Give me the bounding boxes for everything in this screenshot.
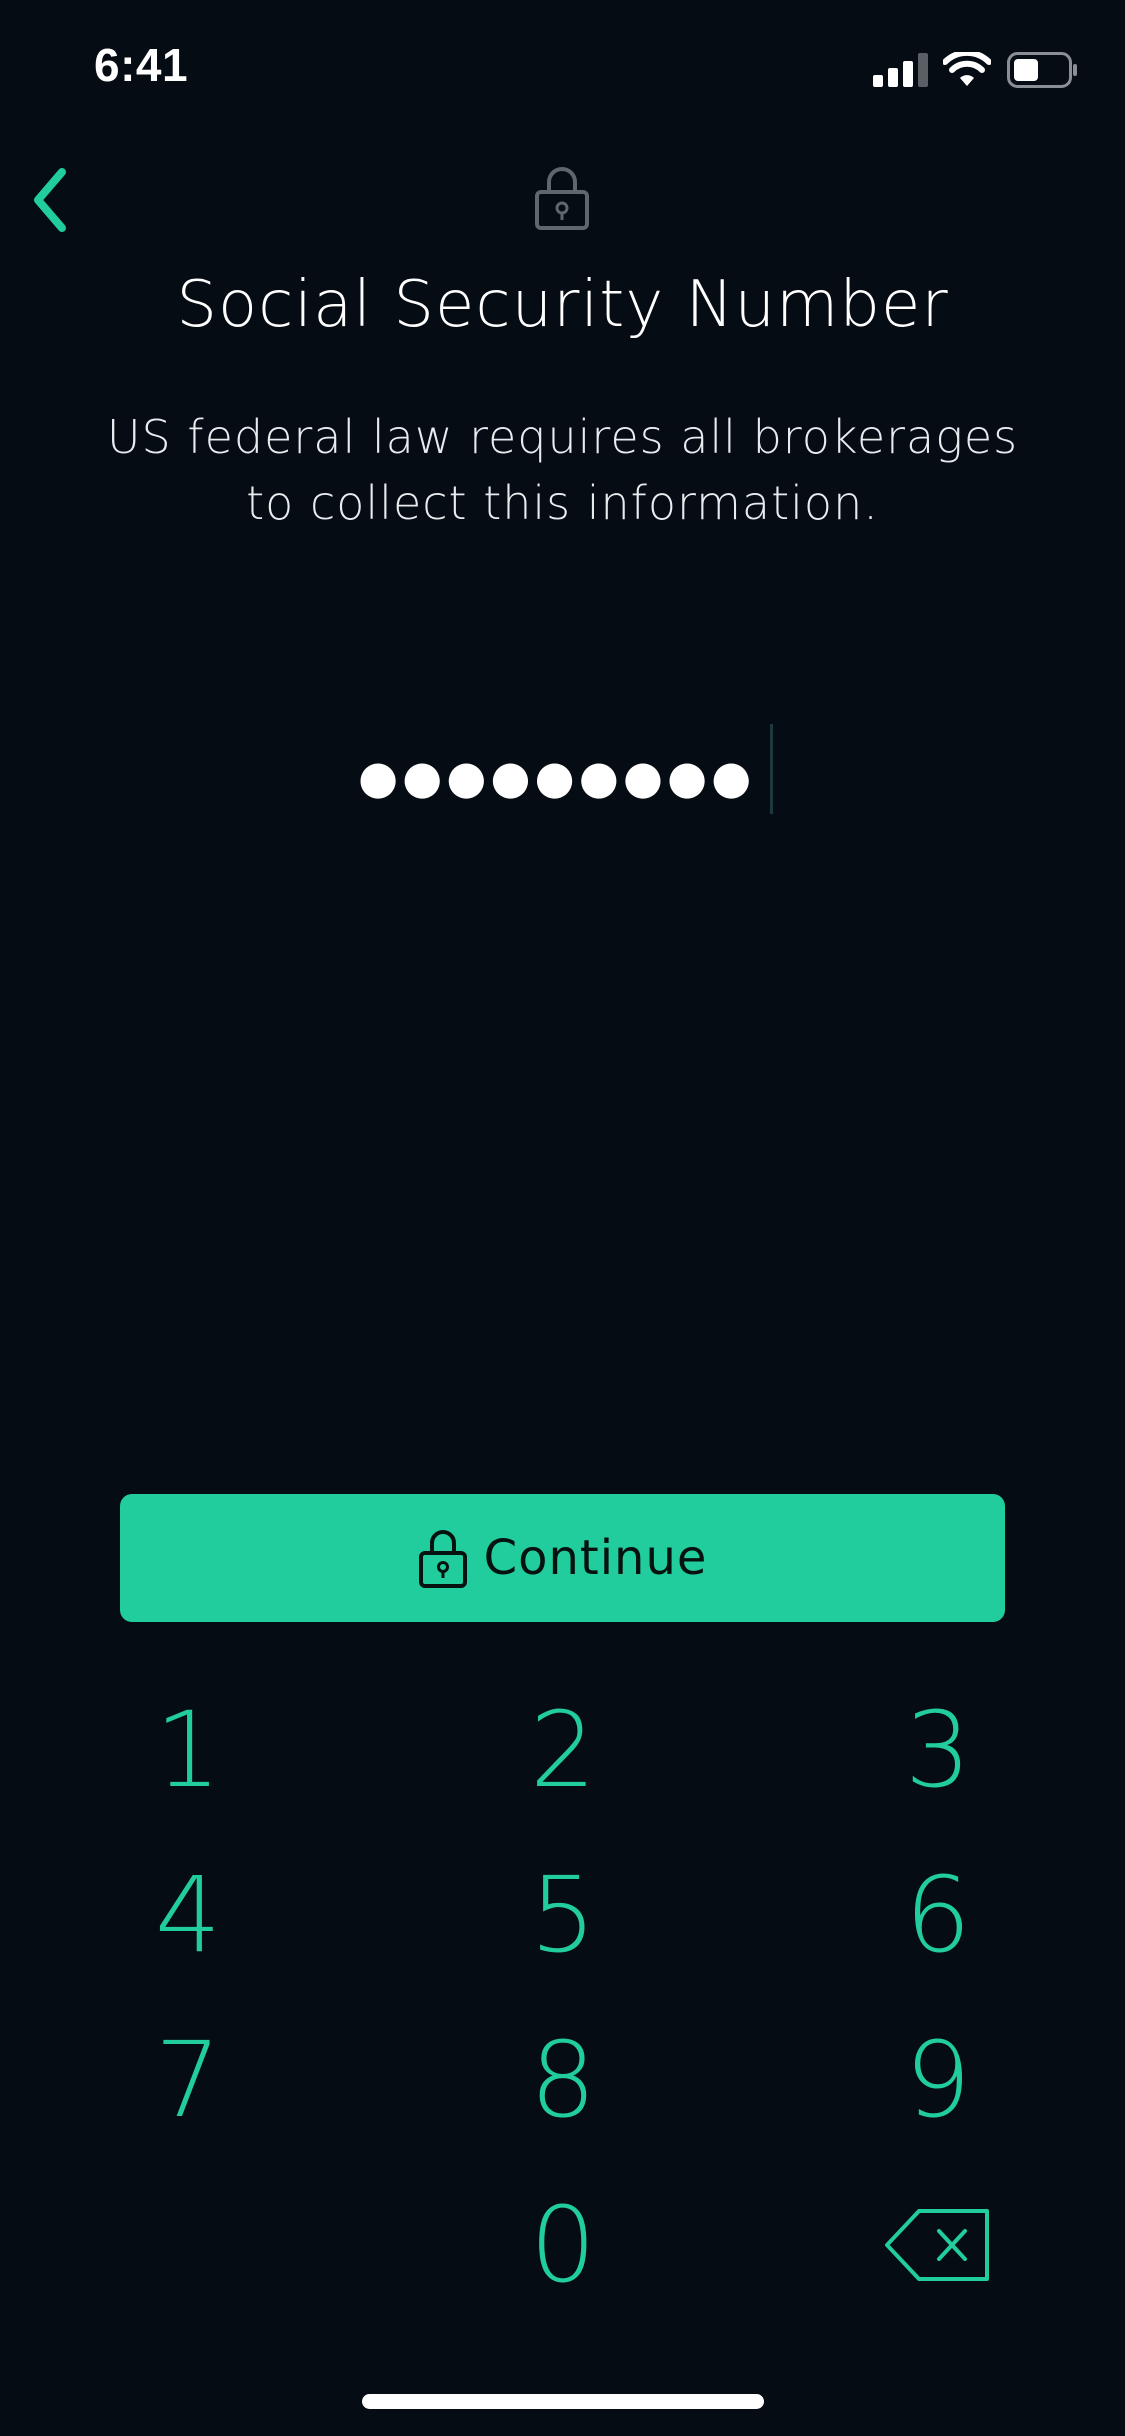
status-time: 6:41 [94, 39, 189, 91]
backspace-icon [885, 2209, 989, 2281]
key-0[interactable]: 0 [413, 2175, 713, 2315]
key-empty [38, 2175, 338, 2315]
wifi-icon [943, 52, 991, 86]
back-button[interactable] [18, 160, 98, 240]
lock-icon [535, 167, 589, 230]
page-title: Social Security Number [176, 268, 949, 342]
status-bar: 6:41 [0, 0, 1125, 140]
key-9[interactable]: 9 [788, 2010, 1088, 2150]
page-subtitle: US federal law requires all brokerages t… [106, 410, 1019, 530]
cellular-signal-icon [873, 53, 928, 87]
continue-label: Continue [483, 1530, 708, 1586]
key-3[interactable]: 3 [788, 1680, 1088, 1820]
lock-icon [418, 1530, 467, 1588]
chevron-left-icon [34, 168, 66, 232]
status-icons [873, 50, 1079, 90]
text-cursor [770, 724, 773, 814]
delete-button[interactable] [788, 2175, 1088, 2315]
ssn-masked-value: ●●●●●●●●● [358, 750, 756, 804]
key-6[interactable]: 6 [788, 1845, 1088, 1985]
key-7[interactable]: 7 [38, 2010, 338, 2150]
key-2[interactable]: 2 [413, 1680, 713, 1820]
key-5[interactable]: 5 [413, 1845, 713, 1985]
continue-button[interactable]: Continue [120, 1494, 1005, 1622]
key-8[interactable]: 8 [413, 2010, 713, 2150]
battery-icon [1007, 52, 1077, 88]
home-indicator[interactable] [362, 2394, 764, 2409]
key-1[interactable]: 1 [38, 1680, 338, 1820]
key-4[interactable]: 4 [38, 1845, 338, 1985]
